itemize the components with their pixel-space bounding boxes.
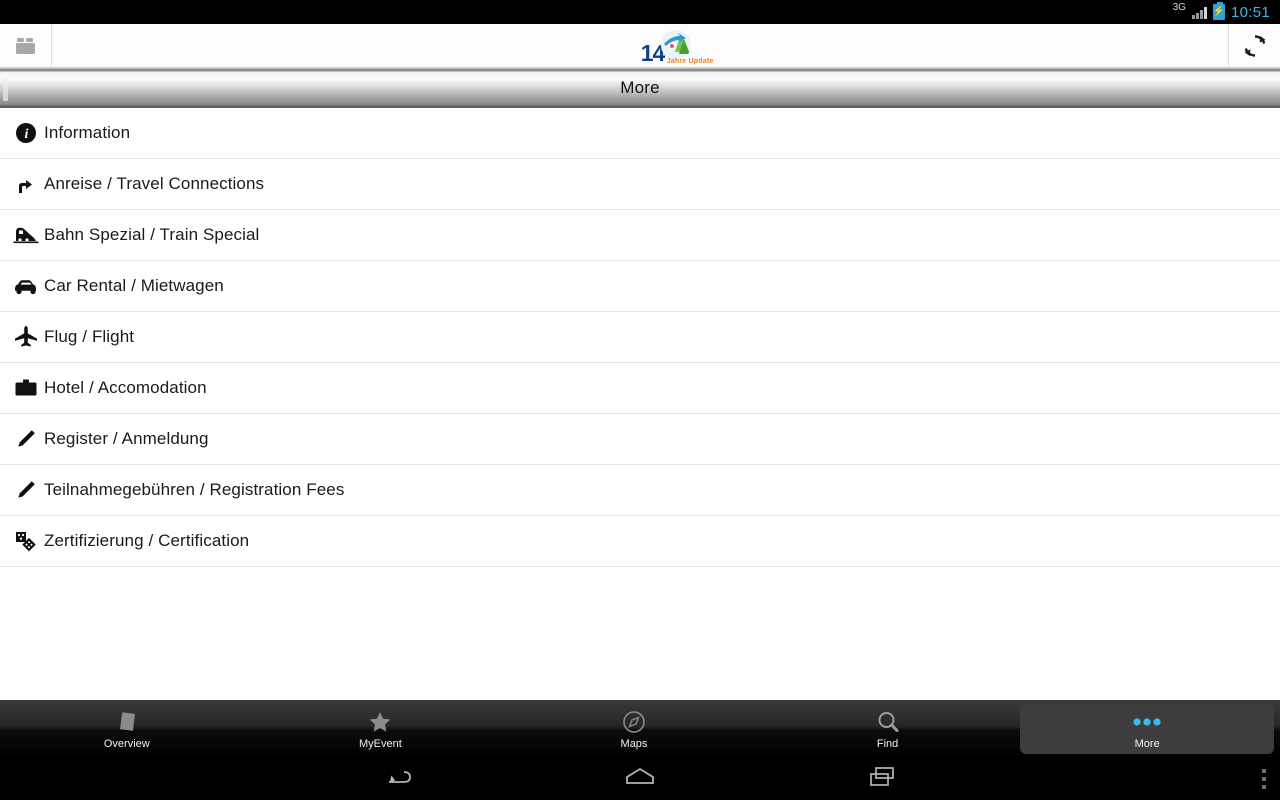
overflow-menu-button[interactable] <box>1262 758 1266 800</box>
battery-charging-icon: ⚡ <box>1212 2 1226 20</box>
app-logo: 14 Jahre Update <box>52 28 1280 65</box>
list-item-teilnahmegebuehren[interactable]: Teilnahmegebühren / Registration Fees <box>0 465 1280 516</box>
list-item-label: Bahn Spezial / Train Special <box>44 225 260 244</box>
signal-bars-icon <box>1191 6 1207 19</box>
list-item-label: Teilnahmegebühren / Registration Fees <box>44 480 345 499</box>
logo-tagline: Jahre Update <box>666 57 714 65</box>
tab-label: Maps <box>620 737 648 750</box>
back-button[interactable] <box>381 765 413 794</box>
recents-button[interactable] <box>867 765 899 794</box>
train-icon <box>8 225 44 245</box>
turn-arrow-icon <box>8 173 44 195</box>
briefcase-icon <box>8 378 44 398</box>
three-dots-icon <box>1129 709 1165 735</box>
magnifier-icon <box>875 709 901 735</box>
list-item-label: Anreise / Travel Connections <box>44 174 265 193</box>
tab-label: More <box>1134 737 1160 750</box>
overflow-menu-icon <box>1262 769 1266 773</box>
event-logo: 14 Jahre Update <box>641 28 713 65</box>
list-item-label: Information <box>44 123 131 142</box>
airplane-icon <box>8 325 44 349</box>
list-item-label: Zertifizierung / Certification <box>44 531 250 550</box>
app-toolbar: 14 Jahre Update <box>0 24 1280 68</box>
tab-label: Find <box>876 737 899 750</box>
more-menu-list: i Information Anreise / Travel Connectio… <box>0 108 1280 567</box>
status-bar: 3G ⚡ 10:51 <box>0 0 1280 24</box>
list-item-label: Register / Anmeldung <box>44 429 209 448</box>
event-logo-badge-icon <box>661 29 692 60</box>
pencil-icon <box>8 428 44 450</box>
list-item-car-rental[interactable]: Car Rental / Mietwagen <box>0 261 1280 312</box>
tab-maps[interactable]: Maps <box>507 700 761 758</box>
network-type-label: 3G <box>1172 2 1186 13</box>
list-item-information[interactable]: i Information <box>0 108 1280 159</box>
tab-more[interactable]: More <box>1020 704 1274 754</box>
list-item-register[interactable]: Register / Anmeldung <box>0 414 1280 465</box>
list-item-zertifizierung[interactable]: Zertifizierung / Certification <box>0 516 1280 567</box>
tab-label: Overview <box>103 737 150 750</box>
dice-certificate-icon <box>8 529 44 553</box>
home-icon <box>626 767 654 784</box>
section-title-bar: More <box>0 68 1280 108</box>
list-item-flug[interactable]: Flug / Flight <box>0 312 1280 363</box>
briefcase-folder-button[interactable] <box>0 24 52 67</box>
page-title: More <box>620 77 660 97</box>
compass-icon <box>621 709 647 735</box>
home-button[interactable] <box>623 765 657 794</box>
star-icon <box>367 709 393 735</box>
recents-icon <box>870 766 894 786</box>
tab-overview[interactable]: Overview <box>0 700 254 758</box>
list-item-label: Hotel / Accomodation <box>44 378 207 397</box>
info-circle-icon: i <box>8 122 44 144</box>
back-arrow-icon <box>389 770 411 783</box>
android-nav-bar <box>0 758 1280 800</box>
status-bar-clock: 10:51 <box>1230 3 1270 21</box>
briefcase-folder-icon <box>15 37 35 54</box>
app-screen: 3G ⚡ 10:51 14 Jahre Update More i Inform… <box>0 0 1280 800</box>
list-item-hotel[interactable]: Hotel / Accomodation <box>0 363 1280 414</box>
refresh-sync-icon <box>1244 34 1265 57</box>
page-icon <box>114 709 140 735</box>
tab-find[interactable]: Find <box>761 700 1015 758</box>
battery-bolt-glyph: ⚡ <box>1212 6 1226 17</box>
svg-text:i: i <box>25 127 29 142</box>
pencil-icon <box>8 479 44 501</box>
list-item-anreise[interactable]: Anreise / Travel Connections <box>0 159 1280 210</box>
list-item-label: Flug / Flight <box>44 327 135 346</box>
car-icon <box>8 277 44 295</box>
refresh-button[interactable] <box>1228 24 1280 67</box>
tab-label: MyEvent <box>358 737 402 750</box>
list-item-label: Car Rental / Mietwagen <box>44 276 224 295</box>
tab-myevent[interactable]: MyEvent <box>254 700 508 758</box>
list-item-bahn-spezial[interactable]: Bahn Spezial / Train Special <box>0 210 1280 261</box>
bottom-tab-bar: Overview MyEvent Maps Find More <box>0 700 1280 758</box>
